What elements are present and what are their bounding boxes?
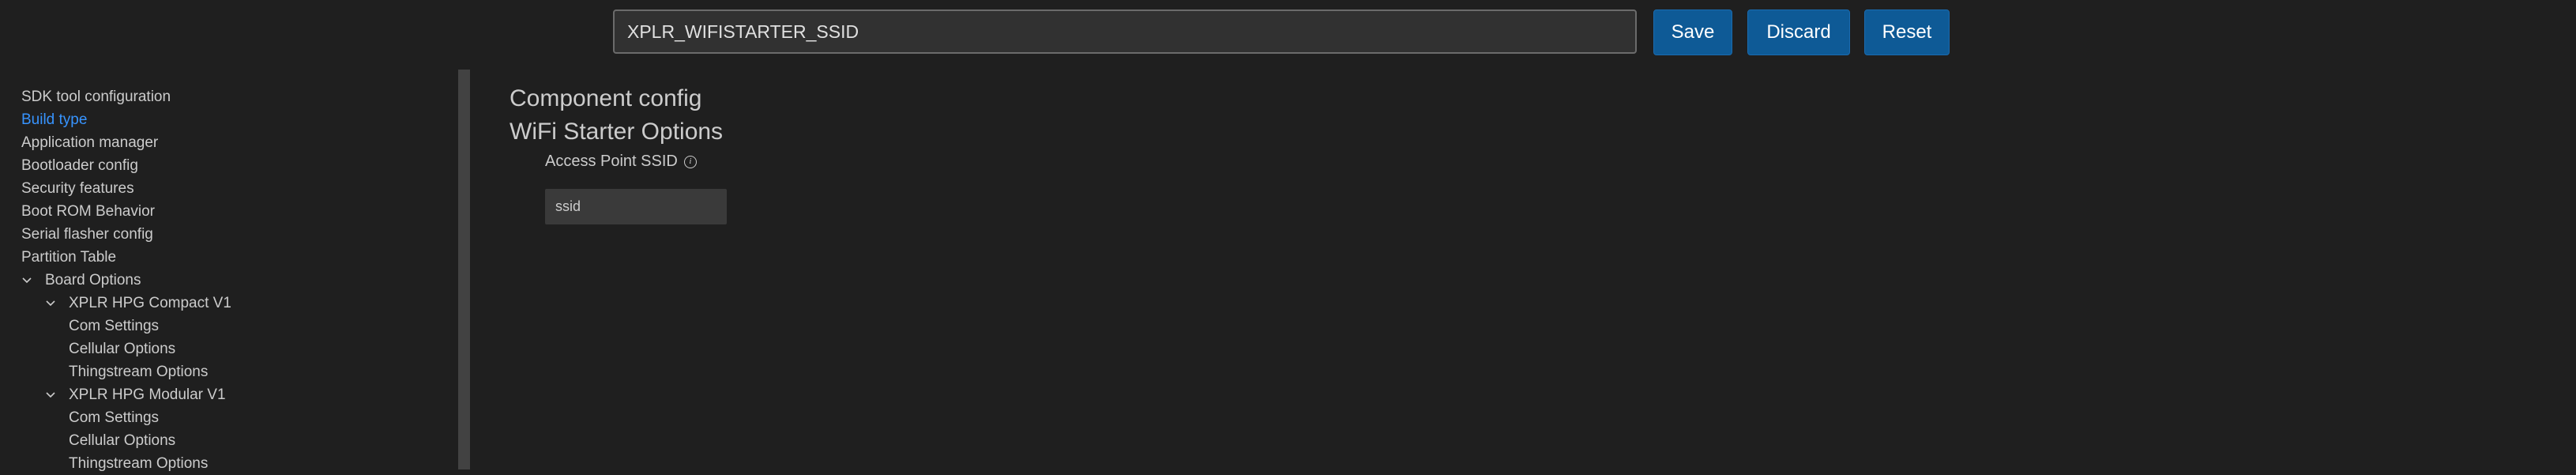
sidebar-item-sdk-tool-configuration[interactable]: SDK tool configuration: [21, 85, 171, 108]
sidebar-item-thingstream-options[interactable]: Thingstream Options: [69, 360, 208, 383]
sidebar-item-bootloader-config[interactable]: Bootloader config: [21, 154, 138, 177]
chevron-down-icon[interactable]: [19, 269, 35, 292]
sidebar-item-application-manager[interactable]: Application manager: [21, 131, 158, 154]
sidebar-item-thingstream-options[interactable]: Thingstream Options: [69, 452, 208, 475]
save-button[interactable]: Save: [1653, 9, 1732, 55]
access-point-ssid-label: Access Point SSID: [545, 153, 678, 170]
field-label: Access Point SSID i: [545, 153, 697, 171]
chevron-down-icon[interactable]: [43, 292, 58, 315]
sidebar-item-cellular-options[interactable]: Cellular Options: [69, 337, 175, 360]
sidebar-item-security-features[interactable]: Security features: [21, 177, 134, 200]
info-icon[interactable]: i: [683, 155, 697, 168]
discard-button[interactable]: Discard: [1747, 9, 1850, 55]
sidebar-item-boot-rom-behavior[interactable]: Boot ROM Behavior: [21, 200, 155, 223]
sidebar-item-serial-flasher-config[interactable]: Serial flasher config: [21, 223, 153, 246]
sidebar-scrollbar[interactable]: [458, 70, 470, 469]
sidebar-item-board-options[interactable]: Board Options: [45, 269, 141, 292]
search-input[interactable]: [613, 9, 1637, 54]
chevron-down-icon[interactable]: [43, 383, 58, 406]
sidebar-tree: SDK tool configuration Build type Applic…: [0, 70, 458, 472]
sidebar-item-build-type[interactable]: Build type: [21, 108, 87, 131]
top-toolbar: Save Discard Reset: [0, 0, 2576, 66]
subsection-title: WiFi Starter Options: [510, 119, 724, 145]
reset-button[interactable]: Reset: [1864, 9, 1950, 55]
section-title: Component config: [510, 85, 702, 111]
sidebar-item-cellular-options[interactable]: Cellular Options: [69, 429, 175, 452]
sidebar-item-com-settings[interactable]: Com Settings: [69, 315, 159, 337]
sidebar-item-com-settings[interactable]: Com Settings: [69, 406, 159, 429]
access-point-ssid-input[interactable]: [545, 189, 727, 224]
sidebar-item-xplr-hpg-compact-v1[interactable]: XPLR HPG Compact V1: [69, 292, 231, 315]
sidebar-item-partition-table[interactable]: Partition Table: [21, 246, 116, 269]
sidebar-item-xplr-hpg-modular-v1[interactable]: XPLR HPG Modular V1: [69, 383, 226, 406]
